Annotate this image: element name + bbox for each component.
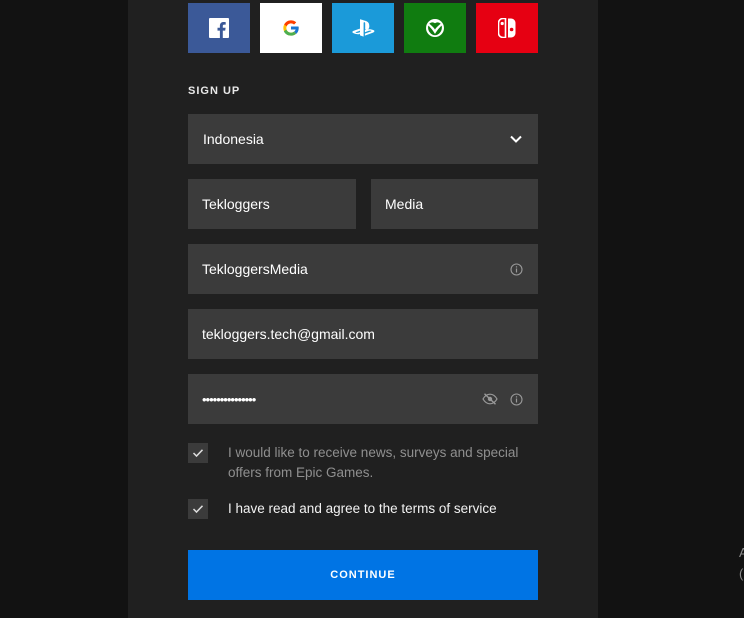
first-name-field[interactable]: Tekloggers [188,179,356,229]
email-field[interactable]: tekloggers.tech@gmail.com [188,309,538,359]
checkmark-icon [192,449,204,458]
terms-of-service-link[interactable]: terms of service [401,501,496,516]
playstation-login-button[interactable] [332,3,394,53]
checkmark-icon [192,505,204,514]
nintendo-switch-icon [498,18,516,38]
google-icon [281,18,301,38]
eye-slash-icon[interactable] [482,393,498,405]
news-opt-in-row: I would like to receive news, surveys an… [188,443,538,483]
facebook-login-button[interactable] [188,3,250,53]
page: SIGN UP Indonesia Tekloggers Media Teklo… [0,0,744,618]
first-name-value: Tekloggers [202,196,270,212]
continue-button[interactable]: CONTINUE [188,550,538,600]
last-name-field[interactable]: Media [371,179,538,229]
info-icon[interactable] [510,262,523,276]
xbox-login-button[interactable] [404,3,466,53]
country-select[interactable]: Indonesia [188,114,538,164]
news-opt-in-label: I would like to receive news, surveys an… [228,445,519,480]
email-value: tekloggers.tech@gmail.com [202,326,375,342]
playstation-icon [351,18,375,38]
display-name-value: TekloggersMedia [202,261,308,277]
social-login-row [188,3,538,53]
tos-row: I have read and agree to the terms of se… [188,499,538,519]
info-icon[interactable] [510,392,523,406]
google-login-button[interactable] [260,3,322,53]
display-name-field[interactable]: TekloggersMedia [188,244,538,294]
last-name-value: Media [385,196,424,212]
password-value: ••••••••••••••• [202,391,256,407]
xbox-icon [425,18,445,38]
facebook-icon [209,18,229,38]
password-field[interactable]: ••••••••••••••• [188,374,538,424]
edge-glyph-top: A [739,545,744,560]
chevron-down-icon[interactable] [509,134,523,144]
tos-label: I have read and agree to the terms of se… [228,499,538,519]
edge-glyph-bottom: ( [739,566,744,581]
country-value: Indonesia [203,131,264,147]
news-opt-in-checkbox[interactable] [188,443,208,463]
nintendo-login-button[interactable] [476,3,538,53]
tos-checkbox[interactable] [188,499,208,519]
signup-heading: SIGN UP [188,85,241,97]
tos-label-prefix: I have read and agree to the [228,501,398,516]
